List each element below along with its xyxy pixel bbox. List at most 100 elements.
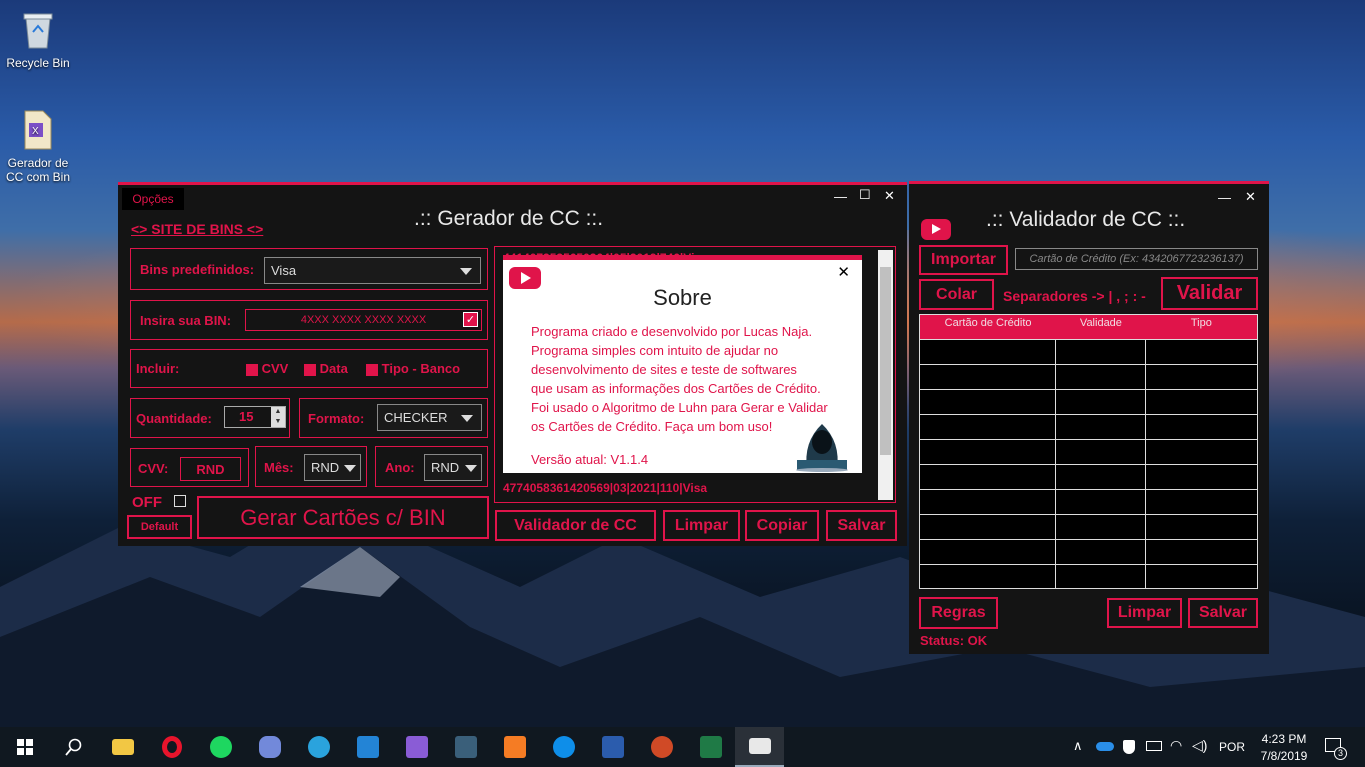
copiar-button[interactable]: Copiar <box>745 510 819 541</box>
close-button[interactable]: ✕ <box>1245 189 1256 205</box>
clock[interactable]: 4:23 PM 7/8/2019 <box>1254 731 1314 765</box>
bins-dropdown[interactable]: Visa <box>264 257 481 284</box>
salvar-button[interactable]: Salvar <box>826 510 897 541</box>
sobre-dialog: ✕ Sobre Programa criado e desenvolvido p… <box>503 255 862 473</box>
clock-date: 7/8/2019 <box>1260 749 1308 763</box>
vscode-icon[interactable] <box>343 727 392 767</box>
results-table[interactable]: Cartão de Crédito Validade Tipo <box>919 314 1258 589</box>
mysql-workbench-icon[interactable] <box>441 727 490 767</box>
incluir-tipo-checkbox[interactable]: Tipo - Banco <box>366 361 460 376</box>
wifi-icon[interactable]: ◠ <box>1170 737 1182 754</box>
desktop-icon-label: Recycle Bin <box>6 56 70 70</box>
search-icon[interactable] <box>49 727 98 767</box>
validador-salvar-button[interactable]: Salvar <box>1188 598 1258 628</box>
xampp-icon[interactable] <box>490 727 539 767</box>
table-row[interactable] <box>920 564 1257 588</box>
off-checkbox[interactable] <box>174 495 186 507</box>
clock-time: 4:23 PM <box>1261 732 1307 746</box>
excel-icon[interactable] <box>686 727 735 767</box>
sobre-line: Programa simples com intuito de ajudar n… <box>531 343 779 358</box>
separadores-label: Separadores -> | , ; : - <box>1003 288 1146 304</box>
table-row[interactable] <box>920 364 1257 389</box>
table-row[interactable] <box>920 464 1257 489</box>
cvv-value: RND <box>196 461 225 477</box>
vs-project-icon: X <box>18 108 58 152</box>
security-icon[interactable] <box>1123 740 1135 754</box>
column-header: Tipo <box>1190 317 1212 329</box>
battery-icon[interactable] <box>1146 741 1162 751</box>
table-row[interactable] <box>920 414 1257 439</box>
cvv-input[interactable]: RND <box>180 457 241 481</box>
volume-icon[interactable]: ◁) <box>1192 737 1207 754</box>
status-label: Status: OK <box>920 633 988 648</box>
tray-chevron-icon[interactable]: ∧ <box>1073 738 1083 754</box>
site-bins-link[interactable]: <> SITE DE BINS <> <box>131 221 263 237</box>
window-title: .:: Validador de CC ::. <box>986 208 1186 231</box>
generate-button[interactable]: Gerar Cartões c/ BIN <box>197 496 489 539</box>
ano-dropdown[interactable]: RND <box>424 454 482 481</box>
validador-limpar-button[interactable]: Limpar <box>1107 598 1182 628</box>
formato-label: Formato: <box>308 411 365 426</box>
formato-dropdown[interactable]: CHECKER <box>377 404 482 431</box>
incluir-data-checkbox[interactable]: Data <box>304 361 348 376</box>
sobre-line: que usam as informações dos Cartões de C… <box>531 381 821 396</box>
column-header: Cartão de Crédito <box>944 317 1032 329</box>
file-explorer-icon[interactable] <box>98 727 147 767</box>
opera-icon[interactable] <box>147 727 196 767</box>
quantidade-stepper[interactable]: 15 ▲ ▼ <box>224 406 286 428</box>
desktop-icon-gerador[interactable]: X Gerador de CC com Bin <box>0 108 76 184</box>
discord-icon[interactable] <box>245 727 294 767</box>
checkbox-icon <box>304 363 316 376</box>
spotify-icon[interactable] <box>196 727 245 767</box>
language-indicator[interactable]: POR <box>1219 740 1245 754</box>
windows-start-icon[interactable] <box>0 727 49 767</box>
sobre-line: Foi usado o Algoritmo de Luhn para Gerar… <box>531 400 828 415</box>
incluir-cvv-checkbox[interactable]: CVV <box>246 361 288 376</box>
word-icon[interactable] <box>588 727 637 767</box>
colar-button[interactable]: Colar <box>919 279 994 310</box>
table-row[interactable] <box>920 514 1257 539</box>
incluir-label: Incluir: <box>136 361 180 376</box>
table-row[interactable] <box>920 539 1257 564</box>
table-row[interactable] <box>920 439 1257 464</box>
chevron-down-icon <box>460 267 472 275</box>
close-icon[interactable]: ✕ <box>837 263 850 281</box>
chevron-down-icon <box>465 464 477 472</box>
minimize-button[interactable]: — <box>1218 190 1231 205</box>
output-scrollbar[interactable] <box>878 250 893 500</box>
maximize-button[interactable]: ☐ <box>859 187 871 203</box>
regras-button[interactable]: Regras <box>919 597 998 629</box>
bin-input[interactable]: 4XXX XXXX XXXX XXXX <box>245 309 482 331</box>
mes-dropdown[interactable]: RND <box>304 454 361 481</box>
chevron-down-icon <box>344 464 356 472</box>
formato-value: CHECKER <box>384 410 448 425</box>
validador-button[interactable]: Validador de CC <box>495 510 656 541</box>
table-row[interactable] <box>920 339 1257 364</box>
table-row[interactable] <box>920 489 1257 514</box>
card-app-icon[interactable] <box>735 727 784 767</box>
options-menu[interactable]: Opções <box>122 188 184 210</box>
visual-studio-icon[interactable] <box>392 727 441 767</box>
data-option-label: Data <box>319 361 348 376</box>
onedrive-icon[interactable] <box>1096 742 1114 751</box>
sobre-line: os Cartões de Crédito. Faça um bom uso! <box>531 419 773 434</box>
scroll-thumb[interactable] <box>880 267 891 455</box>
bins-label: Bins predefinidos: <box>140 262 255 277</box>
svg-text:X: X <box>32 126 39 137</box>
desktop-icon-recycle-bin[interactable]: Recycle Bin <box>0 8 76 70</box>
credit-card-input[interactable]: Cartão de Crédito (Ex: 4342067723236137) <box>1015 248 1258 270</box>
stepper-arrows-icon[interactable]: ▲ ▼ <box>271 407 285 427</box>
telegram-icon[interactable] <box>294 727 343 767</box>
default-button[interactable]: Default <box>127 515 192 539</box>
off-label: OFF <box>132 494 162 511</box>
minimize-button[interactable]: — <box>834 189 847 204</box>
teamviewer-icon[interactable] <box>539 727 588 767</box>
powerpoint-icon[interactable] <box>637 727 686 767</box>
youtube-icon[interactable] <box>921 219 951 240</box>
validar-button[interactable]: Validar <box>1161 277 1258 310</box>
credit-card-placeholder: Cartão de Crédito (Ex: 4342067723236137) <box>1029 253 1244 265</box>
limpar-button[interactable]: Limpar <box>663 510 740 541</box>
close-button[interactable]: ✕ <box>884 188 895 204</box>
table-row[interactable] <box>920 389 1257 414</box>
importar-button[interactable]: Importar <box>919 245 1008 275</box>
